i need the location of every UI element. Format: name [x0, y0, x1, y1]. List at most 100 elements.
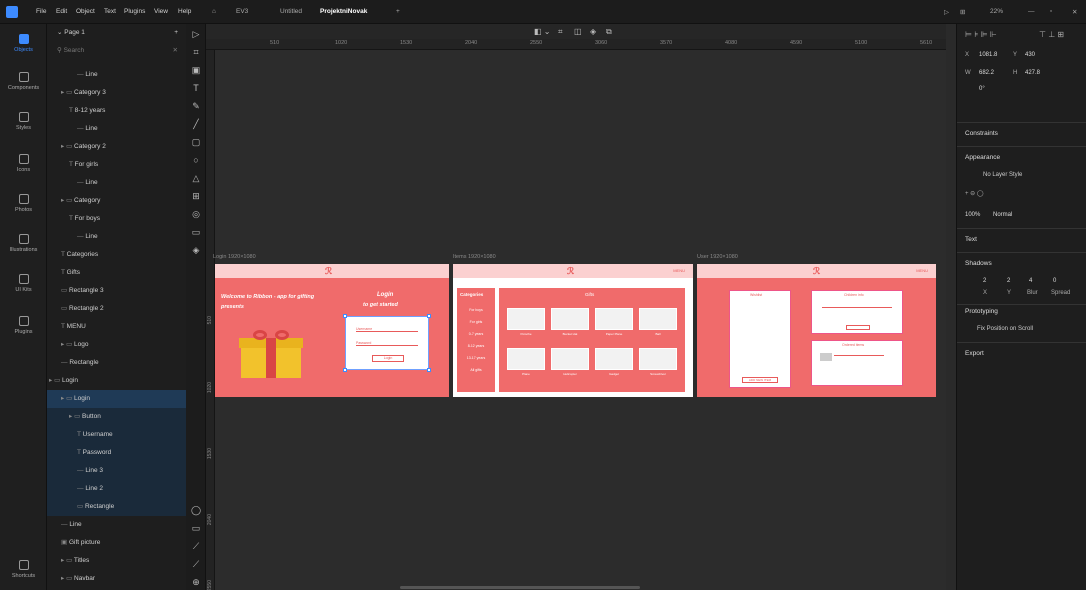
- add-item-button[interactable]: ADD NEW ITEM: [742, 377, 778, 383]
- shadow-y[interactable]: 2: [1007, 278, 1010, 284]
- layer-row[interactable]: ▸ ▭ Category: [47, 192, 186, 210]
- tab-untitled[interactable]: Untitled: [280, 8, 302, 15]
- gift-card[interactable]: Helicopter: [551, 348, 589, 378]
- layer-row[interactable]: ▭ Rectangle 2: [47, 300, 186, 318]
- layer-row[interactable]: ▸ ▭ Category 3: [47, 84, 186, 102]
- layer-row[interactable]: ▸ ▭ Login: [47, 390, 186, 408]
- category-item[interactable]: For girls: [459, 320, 493, 324]
- shadow-spread[interactable]: 0: [1053, 278, 1056, 284]
- menu-help[interactable]: Help: [178, 8, 191, 15]
- rail-styles[interactable]: Styles: [0, 112, 47, 131]
- selection-handle[interactable]: [343, 368, 347, 372]
- rail-objects[interactable]: Objects: [0, 34, 47, 53]
- horizontal-scrollbar[interactable]: [400, 586, 640, 589]
- text-heading[interactable]: Text: [965, 236, 977, 243]
- maximize-icon[interactable]: ▫: [1050, 8, 1052, 15]
- export-icon[interactable]: ⧉: [606, 27, 612, 37]
- layer-row[interactable]: T For girls: [47, 156, 186, 174]
- layer-row[interactable]: — Line: [47, 120, 186, 138]
- layer-row[interactable]: ▸ ▭ Login: [47, 372, 186, 390]
- rotation-value[interactable]: 0°: [979, 86, 985, 92]
- boolean-icon[interactable]: ◧ ⌄: [534, 27, 550, 36]
- selection-handle[interactable]: [343, 314, 347, 318]
- export-heading[interactable]: Export: [965, 350, 984, 357]
- layer-row[interactable]: ▸ ▭ Logo: [47, 336, 186, 354]
- menu-file[interactable]: File: [36, 8, 46, 15]
- present-icon[interactable]: ▭: [190, 522, 202, 534]
- login-form[interactable]: Username Password Login: [345, 316, 429, 370]
- menu-object[interactable]: Object: [76, 8, 95, 15]
- zoom-icon[interactable]: ⊕: [190, 576, 202, 588]
- h-value[interactable]: 427.8: [1025, 70, 1040, 76]
- layer-row[interactable]: T Username: [47, 426, 186, 444]
- shadow-blur[interactable]: 4: [1029, 278, 1032, 284]
- layer-row[interactable]: — Line 2: [47, 480, 186, 498]
- username-field[interactable]: Username: [356, 327, 418, 332]
- gift-card[interactable]: Paper Plane: [595, 308, 633, 338]
- eyedropper-icon[interactable]: ⟋: [190, 558, 202, 570]
- blend-mode[interactable]: Normal: [993, 212, 1012, 218]
- triangle-icon[interactable]: △: [190, 172, 202, 184]
- artboard-label-login[interactable]: Login 1920×1080: [213, 254, 256, 260]
- instance-icon[interactable]: ◎: [190, 208, 202, 220]
- image-icon[interactable]: ▣: [190, 64, 202, 76]
- brush-icon[interactable]: ⟋: [190, 540, 202, 552]
- stack-icon[interactable]: ▭: [190, 226, 202, 238]
- menu-edit[interactable]: Edit: [56, 8, 67, 15]
- y-value[interactable]: 430: [1025, 52, 1035, 58]
- layer-search[interactable]: ⚲ Search ✕: [47, 42, 186, 60]
- rail-components[interactable]: Components: [0, 72, 47, 91]
- rail-plugins[interactable]: Plugins: [0, 316, 47, 335]
- grid-tool-icon[interactable]: ⊞: [190, 190, 202, 202]
- menu-view[interactable]: View: [154, 8, 168, 15]
- layer-row[interactable]: T Password: [47, 444, 186, 462]
- layer-row[interactable]: — Rectangle: [47, 354, 186, 372]
- rectangle-icon[interactable]: ▢: [190, 136, 202, 148]
- gift-card[interactable]: Screwdriver: [639, 348, 677, 378]
- pointer-icon[interactable]: ▷: [190, 28, 202, 40]
- gift-card[interactable]: Gadget: [595, 348, 633, 378]
- zoom-level[interactable]: 22%: [990, 8, 1003, 15]
- constraints-heading[interactable]: Constraints: [965, 130, 998, 137]
- menu-link[interactable]: MENU: [673, 268, 685, 273]
- ellipse-icon[interactable]: ○: [190, 154, 202, 166]
- save-button[interactable]: [846, 325, 870, 330]
- play-icon[interactable]: ▷: [944, 8, 949, 16]
- shadow-x[interactable]: 2: [983, 278, 986, 284]
- pen-icon[interactable]: ✎: [190, 100, 202, 112]
- gift-card[interactable]: Plane: [507, 348, 545, 378]
- grid-icon[interactable]: ⊞: [960, 8, 965, 16]
- category-item[interactable]: All gifts: [459, 368, 493, 372]
- layer-row[interactable]: T Categories: [47, 246, 186, 264]
- category-item[interactable]: 8-12 years: [459, 344, 493, 348]
- layer-row[interactable]: T 8-12 years: [47, 102, 186, 120]
- add-fill-icon[interactable]: + ⊖ ◯: [965, 190, 984, 197]
- layer-row[interactable]: ▭ Rectangle 3: [47, 282, 186, 300]
- layer-row[interactable]: ▣ Gift picture: [47, 534, 186, 552]
- line-icon[interactable]: ╱: [190, 118, 202, 130]
- x-value[interactable]: 1081.8: [979, 52, 997, 58]
- component-create-icon[interactable]: ◈: [590, 27, 596, 36]
- text-icon[interactable]: T: [190, 82, 202, 94]
- layer-row[interactable]: — Line: [47, 516, 186, 534]
- add-page-icon[interactable]: +: [174, 24, 178, 42]
- gift-card[interactable]: Bucket Hat: [551, 308, 589, 338]
- w-value[interactable]: 682.2: [979, 70, 994, 76]
- category-item[interactable]: 0-7 years: [459, 332, 493, 336]
- layer-row[interactable]: — Line: [47, 174, 186, 192]
- password-field[interactable]: Password: [356, 341, 418, 346]
- login-button[interactable]: Login: [372, 355, 404, 362]
- comment-icon[interactable]: ◯: [190, 504, 202, 516]
- category-item[interactable]: 13-17 years: [459, 356, 493, 360]
- rail-shortcuts[interactable]: Shortcuts: [0, 560, 47, 579]
- minimize-icon[interactable]: —: [1028, 8, 1035, 15]
- menu-link[interactable]: MENU: [916, 268, 928, 273]
- page-selector[interactable]: ⌄ Page 1 +: [47, 24, 186, 42]
- artboard-items[interactable]: ℛ MENU Categories For boys For girls 0-7 ye…: [453, 264, 693, 397]
- rail-icons[interactable]: Icons: [0, 154, 47, 173]
- layer-row[interactable]: — Line: [47, 228, 186, 246]
- shadows-heading[interactable]: Shadows: [965, 260, 992, 267]
- layer-style-select[interactable]: No Layer Style: [983, 172, 1022, 178]
- prototyping-heading[interactable]: Prototyping: [965, 308, 998, 315]
- selection-handle[interactable]: [427, 314, 431, 318]
